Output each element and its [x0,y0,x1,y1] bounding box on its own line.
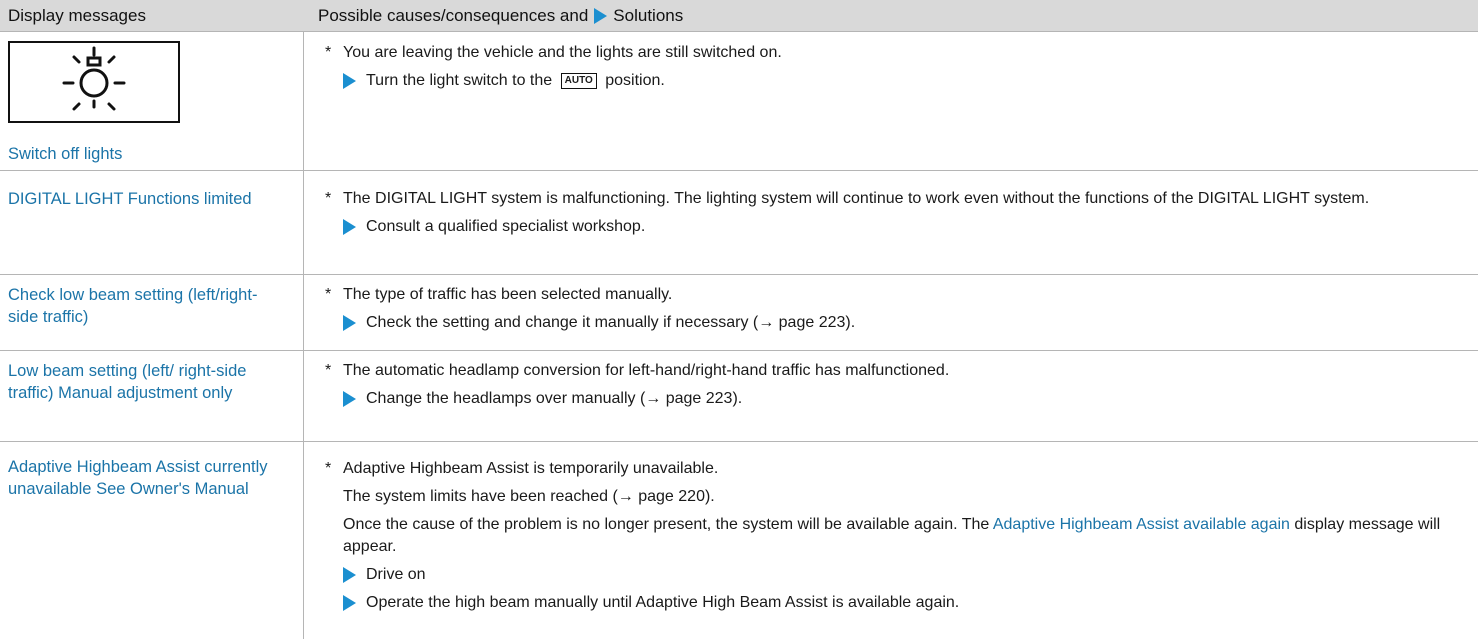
solution-text: Drive on [366,566,426,583]
display-message: Check low beam setting (left/right-side … [8,286,258,326]
bullet-star: * [325,460,332,477]
lights-on-warning-icon [8,41,180,123]
cause-text: The DIGITAL LIGHT system is malfunctioni… [343,190,1370,207]
solution-arrow-icon [343,391,356,407]
header-causes-solutions: Possible causes/consequences and Solutio… [318,6,683,26]
cause-text: You are leaving the vehicle and the ligh… [343,44,782,61]
solution-text-end: position. [605,72,665,89]
bullet-star: * [325,362,332,379]
solution-step: Check the setting and change it manually… [325,312,1465,334]
bullet-star: * [325,190,332,207]
solution-text: Consult a qualified specialist workshop. [366,218,646,235]
solution-arrow-icon [343,315,356,331]
message-table: Display messages Possible causes/consequ… [0,0,1478,639]
table-row: DIGITAL LIGHT Functions limited * The DI… [0,171,1478,275]
solution-arrow-icon [343,567,356,583]
display-message: Switch off lights [8,145,123,163]
solution-step: Consult a qualified specialist workshop. [325,216,1465,238]
message-details: * Adaptive Highbeam Assist is temporaril… [325,458,1465,614]
cause-line: * Adaptive Highbeam Assist is temporaril… [325,458,1465,480]
table-row: Switch off lights * You are leaving the … [0,31,1478,171]
cause-line: * The type of traffic has been selected … [325,284,1465,306]
solution-step: Change the headlamps over manually (→ pa… [325,388,1465,410]
note-text: The system limits have been reached (→ p… [343,488,715,505]
message-details: * The DIGITAL LIGHT system is malfunctio… [325,188,1465,238]
header-solutions-label: Solutions [613,5,684,25]
solution-text-start: Turn the light switch to the [366,72,553,89]
message-details: * The type of traffic has been selected … [325,284,1465,334]
cause-text: The automatic headlamp conversion for le… [343,362,950,379]
solution-text: Operate the high beam manually until Ada… [366,594,960,611]
display-message: Low beam setting (left/ right-side traff… [8,362,247,402]
solution-arrow-icon [343,595,356,611]
display-message: Adaptive Highbeam Assist currently unava… [8,458,268,498]
solution-arrow-icon [343,219,356,235]
display-message: DIGITAL LIGHT Functions limited [8,190,252,208]
solution-text: Turn the light switch to the AUTO positi… [366,70,665,92]
cause-line: * The automatic headlamp conversion for … [325,360,1465,382]
auto-key-label: AUTO [560,73,597,89]
cause-text: Adaptive Highbeam Assist is temporarily … [343,460,719,477]
solution-arrow-icon [343,73,356,89]
cause-line: * You are leaving the vehicle and the li… [325,42,1465,64]
note-text-start: Once the cause of the problem is no long… [343,516,990,533]
display-message-link: Adaptive Highbeam Assist available again [992,516,1290,533]
solution-arrow-icon [594,7,608,24]
table-header: Display messages Possible causes/consequ… [0,0,1478,32]
header-causes-label: Possible causes/consequences and [318,5,589,25]
note-text: Once the cause of the problem is no long… [325,514,1465,558]
table-row: Check low beam setting (left/right-side … [0,275,1478,351]
solution-step: Turn the light switch to the AUTO positi… [325,70,1465,92]
bullet-star: * [325,286,332,303]
cause-text: The type of traffic has been selected ma… [343,286,673,303]
solution-step: Operate the high beam manually until Ada… [325,592,1465,614]
header-display-messages: Display messages [8,5,146,25]
solution-text: Check the setting and change it manually… [366,314,856,331]
bullet-star: * [325,44,332,61]
solution-text: Change the headlamps over manually (→ pa… [366,390,743,407]
table-row: Low beam setting (left/ right-side traff… [0,351,1478,442]
message-details: * The automatic headlamp conversion for … [325,360,1465,410]
cause-line: * The DIGITAL LIGHT system is malfunctio… [325,188,1465,210]
message-details: * You are leaving the vehicle and the li… [325,42,1465,92]
solution-step: Drive on [325,564,1465,586]
table-row: Adaptive Highbeam Assist currently unava… [0,442,1478,639]
